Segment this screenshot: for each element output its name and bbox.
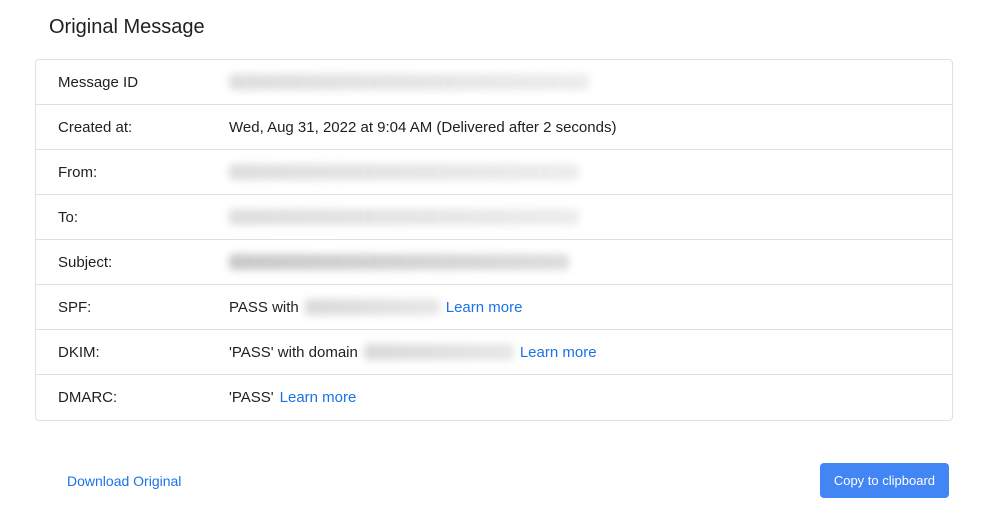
dkim-prefix: 'PASS' with domain xyxy=(229,344,358,361)
label-to: To: xyxy=(36,197,229,238)
redacted-spf-ip xyxy=(305,299,440,315)
redacted-subject xyxy=(229,254,569,270)
spf-learn-more-link[interactable]: Learn more xyxy=(446,299,523,316)
redacted-to xyxy=(229,209,579,225)
row-to: To: xyxy=(36,195,952,240)
copy-to-clipboard-button[interactable]: Copy to clipboard xyxy=(820,463,949,498)
message-details-table: Message ID Created at: Wed, Aug 31, 2022… xyxy=(35,59,953,421)
label-subject: Subject: xyxy=(36,242,229,283)
page-title: Original Message xyxy=(49,16,953,39)
row-subject: Subject: xyxy=(36,240,952,285)
label-dkim: DKIM: xyxy=(36,332,229,373)
value-dkim: 'PASS' with domain Learn more xyxy=(229,332,952,373)
value-created-at: Wed, Aug 31, 2022 at 9:04 AM (Delivered … xyxy=(229,107,952,148)
label-message-id: Message ID xyxy=(36,62,229,103)
row-dmarc: DMARC: 'PASS' Learn more xyxy=(36,375,952,420)
redacted-message-id xyxy=(229,74,589,90)
label-from: From: xyxy=(36,152,229,193)
row-dkim: DKIM: 'PASS' with domain Learn more xyxy=(36,330,952,375)
value-from xyxy=(229,152,952,192)
row-created-at: Created at: Wed, Aug 31, 2022 at 9:04 AM… xyxy=(36,105,952,150)
label-dmarc: DMARC: xyxy=(36,377,229,418)
row-message-id: Message ID xyxy=(36,60,952,105)
value-spf: PASS with Learn more xyxy=(229,287,952,328)
row-spf: SPF: PASS with Learn more xyxy=(36,285,952,330)
label-spf: SPF: xyxy=(36,287,229,328)
value-subject xyxy=(229,242,952,282)
spf-prefix: PASS with xyxy=(229,299,299,316)
dmarc-value: 'PASS' xyxy=(229,389,274,406)
value-message-id xyxy=(229,62,952,102)
download-original-link[interactable]: Download Original xyxy=(67,473,181,489)
value-dmarc: 'PASS' Learn more xyxy=(229,377,952,418)
dmarc-learn-more-link[interactable]: Learn more xyxy=(280,389,357,406)
value-to xyxy=(229,197,952,237)
label-created-at: Created at: xyxy=(36,107,229,148)
row-from: From: xyxy=(36,150,952,195)
dkim-learn-more-link[interactable]: Learn more xyxy=(520,344,597,361)
redacted-from xyxy=(229,164,579,180)
footer-actions: Download Original Copy to clipboard xyxy=(35,463,953,498)
redacted-dkim-domain xyxy=(364,344,514,360)
